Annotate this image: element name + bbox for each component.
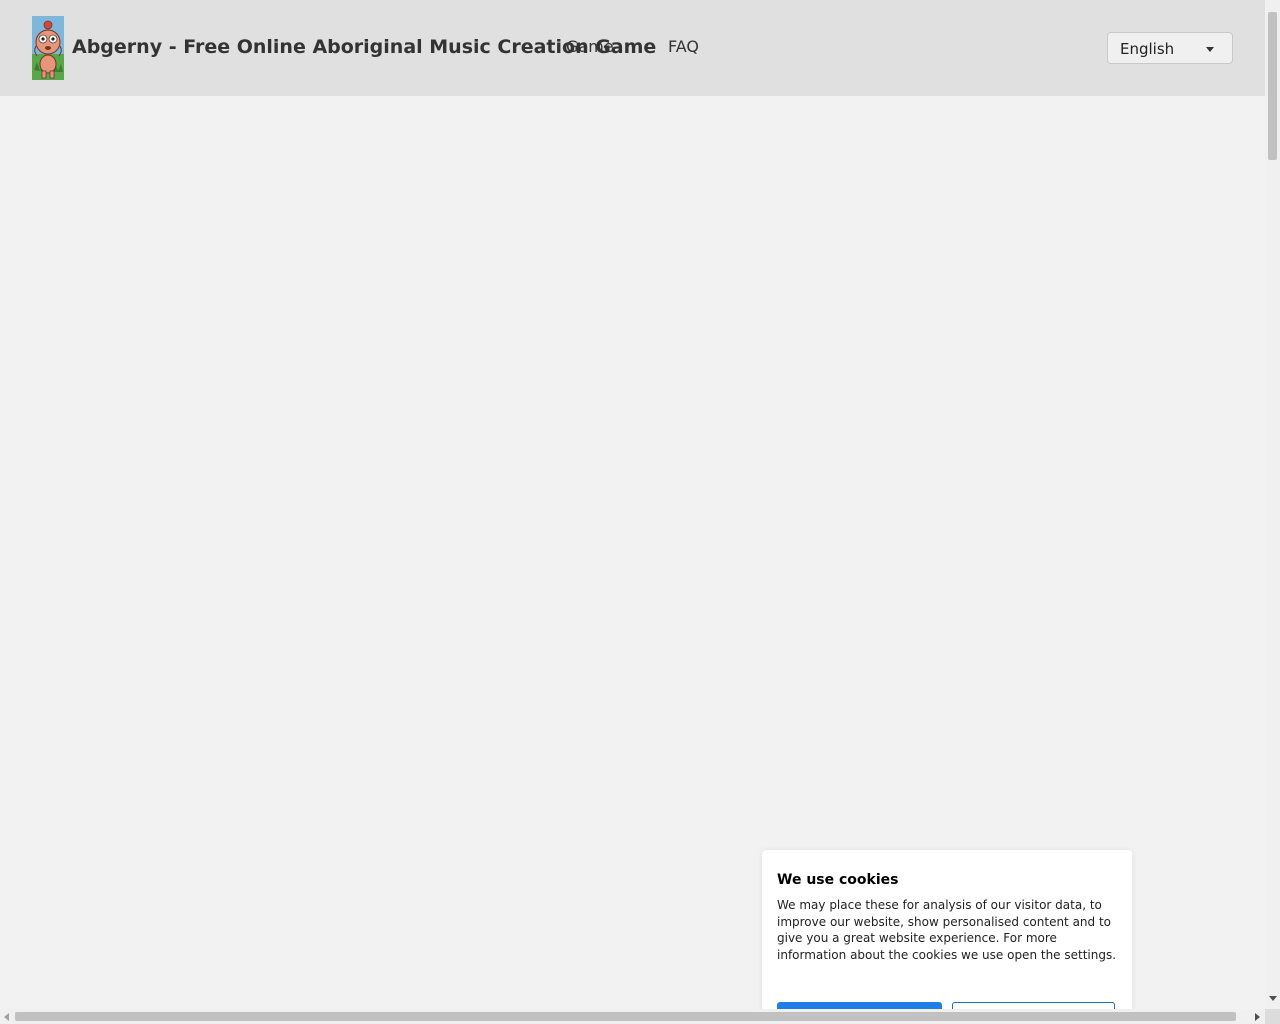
scroll-left-arrow-icon[interactable] bbox=[4, 1013, 9, 1021]
cookie-banner-text: We may place these for analysis of our v… bbox=[777, 898, 1117, 962]
scroll-down-arrow-icon[interactable] bbox=[1269, 996, 1277, 1001]
vertical-scrollbar[interactable] bbox=[1265, 0, 1280, 1009]
nav-link-faq[interactable]: FAQ bbox=[668, 37, 699, 57]
cookie-banner: We use cookies We may place these for an… bbox=[762, 850, 1132, 1009]
chevron-down-icon bbox=[1206, 47, 1214, 52]
page-viewport: Abgerny - Free Online Aboriginal Music C… bbox=[0, 0, 1265, 1009]
cartoon-character-logo-icon bbox=[32, 16, 64, 80]
horizontal-scrollbar-thumb[interactable] bbox=[15, 1012, 1236, 1021]
vertical-scrollbar-thumb[interactable] bbox=[1268, 12, 1277, 160]
scroll-right-arrow-icon[interactable] bbox=[1255, 1013, 1260, 1021]
cookie-banner-title: We use cookies bbox=[777, 872, 899, 888]
site-logo[interactable] bbox=[32, 16, 64, 80]
scrollbar-corner bbox=[1265, 1009, 1280, 1024]
language-select-value: English bbox=[1120, 40, 1175, 58]
horizontal-scrollbar[interactable] bbox=[0, 1009, 1265, 1024]
site-header: Abgerny - Free Online Aboriginal Music C… bbox=[0, 0, 1265, 96]
language-select[interactable]: English bbox=[1107, 32, 1233, 64]
cookie-accept-button[interactable] bbox=[777, 1002, 942, 1009]
cookie-settings-button[interactable] bbox=[952, 1002, 1115, 1009]
nav-link-game[interactable]: Game bbox=[566, 37, 614, 57]
